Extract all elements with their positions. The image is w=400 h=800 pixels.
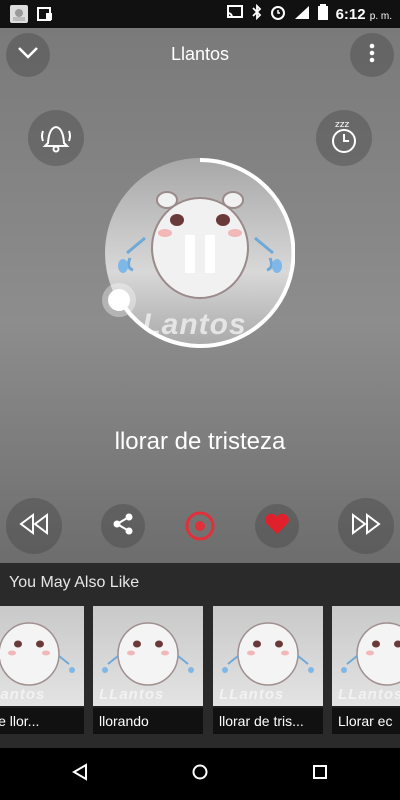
recommendation-brand-text: LLantos [99, 686, 165, 703]
nav-recents-button[interactable] [304, 758, 336, 790]
recommendation-card[interactable]: LLantos mbre llor... [0, 606, 84, 734]
cast-icon [226, 4, 244, 25]
song-title: llorar de tristeza [114, 428, 286, 455]
favorite-button[interactable] [255, 504, 299, 548]
share-icon [112, 513, 134, 540]
recommendation-brand-text: LLantos [0, 686, 46, 703]
recommendation-label: mbre llor... [0, 708, 84, 734]
svg-text:zzz: zzz [335, 120, 349, 130]
nav-back-button[interactable] [64, 758, 96, 790]
status-bar: 6:12 p. m. [0, 0, 400, 28]
fast-forward-icon [351, 512, 381, 540]
system-nav-bar [0, 748, 400, 800]
signal-icon [294, 5, 310, 24]
forward-button[interactable] [338, 498, 394, 554]
recents-icon [311, 763, 329, 786]
heart-icon [264, 513, 290, 540]
battery-icon [317, 3, 328, 25]
recommendation-label: Llorar ec [332, 708, 400, 734]
home-icon [191, 763, 209, 786]
record-button[interactable] [184, 510, 216, 542]
player-panel: Llantos zzz LLantos llorar de tristeza [0, 28, 400, 563]
recommendations-list: LLantos mbre llor... LLantos llorando LL… [0, 606, 400, 736]
notify-button[interactable] [28, 110, 84, 166]
nav-home-button[interactable] [184, 758, 216, 790]
station-title: Llantos [170, 44, 230, 64]
album-art-container: LLantos [105, 158, 295, 348]
more-options-button[interactable] [350, 33, 394, 77]
bell-icon [38, 119, 74, 158]
back-icon [71, 762, 89, 786]
status-icons: 6:12 p. m. [226, 0, 392, 28]
gallery-icon [10, 5, 28, 23]
sleep-timer-icon: zzz [326, 117, 362, 160]
recommendation-card[interactable]: LLantos llorar de tris... [213, 606, 323, 734]
recommendation-label: llorando [93, 708, 203, 734]
screen-icon [36, 5, 54, 23]
play-pause-button[interactable] [183, 235, 217, 273]
recommendation-thumbnail: LLantos [0, 606, 84, 706]
recommendation-card[interactable]: LLantos llorando [93, 606, 203, 734]
rewind-icon [19, 512, 49, 540]
progress-knob[interactable] [108, 289, 130, 311]
sleep-timer-button[interactable]: zzz [316, 110, 372, 166]
recommendation-brand-text: LLantos [338, 686, 400, 703]
recommendation-brand-text: LLantos [219, 686, 285, 703]
bluetooth-icon [251, 3, 262, 25]
recommendation-thumbnail: LLantos [213, 606, 323, 706]
pause-icon [183, 235, 217, 277]
alarm-icon [270, 4, 286, 25]
recommendation-thumbnail: LLantos [332, 606, 400, 706]
recommendation-thumbnail: LLantos [93, 606, 203, 706]
player-controls [0, 498, 400, 554]
recommendations-heading: You May Also Like [9, 574, 140, 591]
record-icon [184, 511, 216, 546]
recommendation-label: llorar de tris... [213, 708, 323, 734]
rewind-button[interactable] [6, 498, 62, 554]
recommendation-card[interactable]: LLantos Llorar ec [332, 606, 400, 734]
more-vert-icon [369, 43, 375, 68]
status-time: 6:12 p. m. [335, 5, 392, 23]
recommendations-section: You May Also Like LLantos mbre llor... L… [0, 563, 400, 748]
share-button[interactable] [101, 504, 145, 548]
